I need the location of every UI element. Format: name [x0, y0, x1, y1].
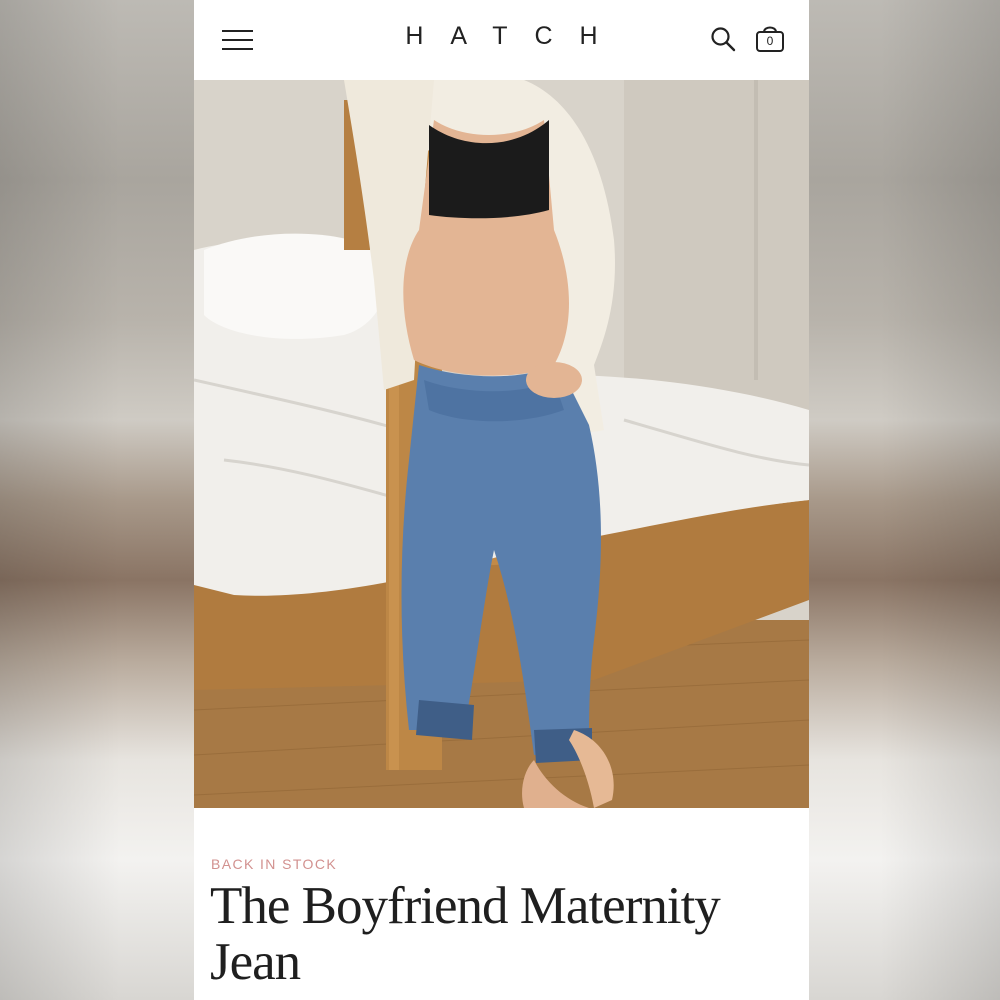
phone-screen: HATCH 0 BACK IN STOCK The Boyfriend Mate…: [194, 0, 809, 1000]
product-title[interactable]: The Boyfriend Maternity Jean: [210, 878, 800, 990]
hero-image[interactable]: [194, 80, 809, 808]
cart-count: 0: [766, 34, 774, 48]
shopping-bag-icon[interactable]: 0: [754, 23, 786, 53]
back-in-stock-label: BACK IN STOCK: [211, 856, 338, 872]
search-icon[interactable]: [710, 26, 736, 52]
top-navigation-bar: HATCH 0: [194, 0, 809, 80]
